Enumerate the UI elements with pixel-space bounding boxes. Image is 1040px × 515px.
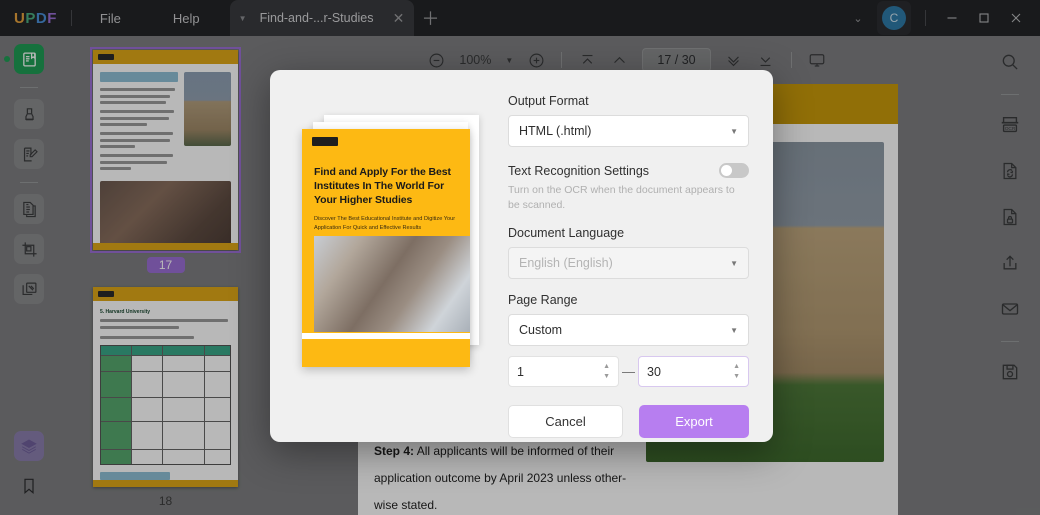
document-language-select[interactable]: English (English) ▼ bbox=[508, 247, 749, 280]
caret-down-icon: ▼ bbox=[730, 325, 738, 335]
stepper-arrows: ▲ ▼ bbox=[733, 363, 740, 380]
output-format-select[interactable]: HTML (.html) ▼ bbox=[508, 115, 749, 147]
caret-down-icon: ▼ bbox=[730, 258, 738, 268]
page-range-separator: — bbox=[622, 364, 635, 380]
export-dialog: Find and Apply For the Best Institutes I… bbox=[270, 70, 773, 442]
toggle-knob bbox=[721, 165, 732, 176]
text-recognition-label: Text Recognition Settings bbox=[508, 163, 650, 178]
cover-title: Find and Apply For the Best Institutes I… bbox=[314, 166, 451, 207]
stepper-down-icon[interactable]: ▼ bbox=[733, 373, 740, 380]
page-range-label: Page Range bbox=[508, 293, 578, 308]
document-language-label: Document Language bbox=[508, 226, 625, 241]
document-language-value: English (English) bbox=[519, 256, 613, 271]
dialog-button-row: Cancel Export bbox=[508, 405, 749, 439]
text-recognition-row: Text Recognition Settings bbox=[508, 163, 749, 178]
text-recognition-helper: Turn on the OCR when the document appear… bbox=[508, 184, 735, 212]
output-format-label: Output Format bbox=[508, 94, 589, 108]
page-range-row: 1 ▲ ▼ — 30 ▲ ▼ bbox=[508, 356, 749, 388]
cover-logo-icon bbox=[312, 137, 338, 146]
caret-down-icon: ▼ bbox=[730, 126, 738, 136]
page-range-from-value: 1 bbox=[517, 364, 524, 379]
document-cover-preview: Find and Apply For the Best Institutes I… bbox=[302, 129, 470, 367]
stepper-arrows: ▲ ▼ bbox=[603, 363, 610, 380]
page-range-mode-select[interactable]: Custom ▼ bbox=[508, 314, 749, 347]
cover-photo bbox=[314, 236, 470, 332]
page-range-to-stepper[interactable]: 30 ▲ ▼ bbox=[638, 356, 749, 388]
page-range-to-value: 30 bbox=[647, 364, 661, 379]
output-format-value: HTML (.html) bbox=[519, 124, 592, 138]
page-range-mode-value: Custom bbox=[519, 323, 563, 338]
cover-footer-band bbox=[302, 339, 470, 367]
stepper-up-icon[interactable]: ▲ bbox=[733, 363, 740, 370]
stepper-down-icon[interactable]: ▼ bbox=[603, 373, 610, 380]
dialog-settings-pane: Output Format HTML (.html) ▼ Text Recogn… bbox=[496, 70, 773, 442]
page-range-from-stepper[interactable]: 1 ▲ ▼ bbox=[508, 356, 619, 388]
stepper-up-icon[interactable]: ▲ bbox=[603, 363, 610, 370]
dialog-preview-pane: Find and Apply For the Best Institutes I… bbox=[270, 70, 496, 442]
export-button[interactable]: Export bbox=[638, 405, 749, 439]
cover-subtitle: Discover The Best Educational Institute … bbox=[314, 216, 456, 231]
ocr-toggle-switch[interactable] bbox=[719, 163, 749, 178]
cancel-button[interactable]: Cancel bbox=[508, 405, 623, 439]
